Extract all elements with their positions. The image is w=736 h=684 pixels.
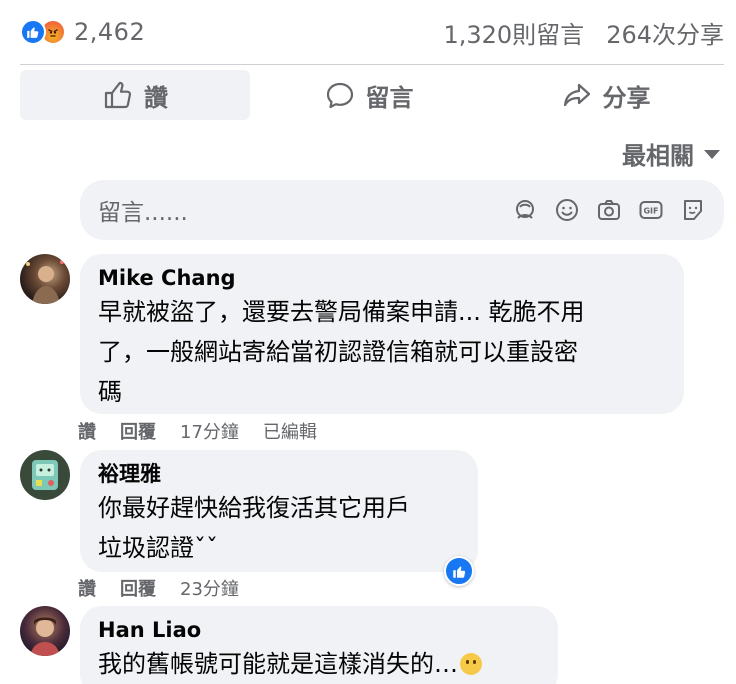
comment-count[interactable]: 1,320則留言	[443, 15, 584, 50]
comment-icon	[326, 82, 353, 109]
comment-sort-dropdown[interactable]: 最相關	[622, 136, 720, 171]
svg-text:GIF: GIF	[643, 207, 658, 216]
reaction-summary: 2,462 1,320則留言 264次分享	[20, 12, 724, 52]
comment-text-line: 垃圾認證ˇˇ	[98, 534, 218, 562]
comment-text-line: 碼	[98, 378, 122, 406]
comment-composer[interactable]: 留言...... GIF	[80, 180, 724, 240]
smiling-face-with-tear-icon	[460, 653, 482, 675]
comment-bubble: 裕理雅 你最好趕快給我復活其它用戶 垃圾認證ˇˇ	[80, 450, 478, 572]
comment-button[interactable]: 留言	[250, 70, 487, 120]
divider	[20, 64, 724, 65]
comment-reply-link[interactable]: 回覆	[120, 418, 156, 444]
comment-reply-link[interactable]: 回覆	[120, 575, 156, 601]
share-icon	[563, 83, 590, 107]
like-reaction-icon	[20, 19, 46, 45]
comment-like-badge-icon[interactable]	[444, 556, 474, 586]
action-bar: 讚 留言 分享	[20, 70, 724, 120]
reactions[interactable]: 2,462	[20, 18, 145, 46]
comment-meta: 讚 回覆 17分鐘 已編輯	[78, 418, 317, 444]
comment-edited-label: 已編輯	[262, 422, 317, 443]
comment-like-link[interactable]: 讚	[78, 418, 96, 444]
emoji-icon[interactable]	[554, 197, 580, 223]
avatar[interactable]	[20, 606, 70, 656]
sort-label: 最相關	[622, 142, 694, 170]
comment-input[interactable]: 留言......	[98, 193, 512, 227]
share-button-label: 分享	[602, 83, 651, 112]
comment-bubble: Han Liao 我的舊帳號可能就是這樣消失的…	[80, 606, 558, 684]
caret-down-icon	[704, 150, 720, 159]
thumbs-up-icon	[104, 81, 132, 109]
gif-icon[interactable]: GIF	[638, 197, 664, 223]
share-count[interactable]: 264次分享	[606, 15, 724, 50]
avatar-sticker-icon[interactable]	[512, 197, 538, 223]
share-button[interactable]: 分享	[487, 70, 724, 120]
like-button[interactable]: 讚	[20, 70, 250, 120]
avatar[interactable]	[20, 450, 70, 500]
comment-text: 我的舊帳號可能就是這樣消失的…	[98, 650, 458, 678]
comment-like-link[interactable]: 讚	[78, 575, 96, 601]
comment-author[interactable]: Mike Chang	[98, 264, 666, 292]
comment-button-label: 留言	[365, 83, 414, 112]
comment-timestamp[interactable]: 17分鐘	[180, 418, 239, 444]
comment-text-line: 我的舊帳號可能就是這樣消失的…	[98, 644, 540, 684]
like-button-label: 讚	[144, 83, 168, 112]
camera-icon[interactable]	[596, 197, 622, 223]
comment-author[interactable]: 裕理雅	[98, 460, 460, 488]
comment-meta: 讚 回覆 23分鐘	[78, 575, 239, 601]
comment-author[interactable]: Han Liao	[98, 616, 540, 644]
comment-timestamp[interactable]: 23分鐘	[180, 575, 239, 601]
comment-text-line: 你最好趕快給我復活其它用戶	[98, 494, 410, 522]
reaction-count[interactable]: 2,462	[74, 18, 145, 46]
avatar[interactable]	[20, 254, 70, 304]
comment-bubble: Mike Chang 早就被盜了，還要去警局備案申請... 乾脆不用 了，一般網…	[80, 254, 684, 414]
comment-text-line: 了，一般網站寄給當初認證信箱就可以重設密	[98, 338, 578, 366]
sticker-icon[interactable]	[680, 197, 706, 223]
comment-text-line: 早就被盜了，還要去警局備案申請... 乾脆不用	[98, 298, 585, 326]
